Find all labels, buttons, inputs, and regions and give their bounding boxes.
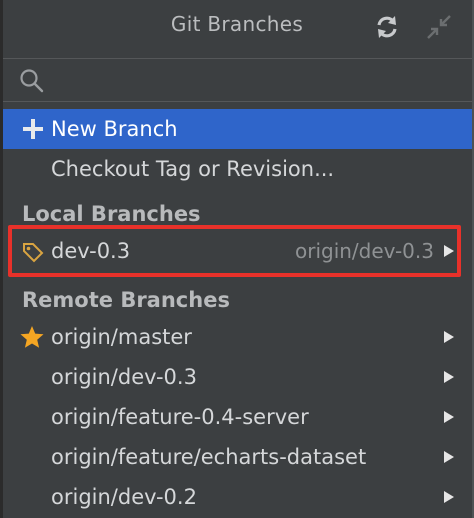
submenu-arrow-icon[interactable]	[444, 371, 454, 383]
checkout-tag-item[interactable]: Checkout Tag or Revision...	[3, 149, 472, 189]
popup-title: Git Branches	[170, 12, 304, 36]
branch-name: origin/master	[51, 325, 192, 349]
remote-branch-origin-dev-0-3[interactable]: origin/dev-0.3	[3, 357, 472, 397]
submenu-arrow-icon[interactable]	[444, 331, 454, 343]
collapse-icon	[427, 15, 451, 39]
submenu-arrow-icon[interactable]	[444, 245, 454, 257]
new-branch-label: New Branch	[51, 117, 178, 141]
branch-name: origin/dev-0.3	[51, 365, 197, 389]
refresh-button[interactable]	[372, 12, 402, 42]
remote-branch-origin-master[interactable]: origin/master	[3, 317, 472, 357]
search-icon	[20, 69, 44, 93]
new-branch-item[interactable]: New Branch	[3, 109, 472, 149]
branch-name: origin/feature/echarts-dataset	[51, 445, 367, 469]
checkout-tag-label: Checkout Tag or Revision...	[51, 157, 335, 181]
search-input[interactable]	[51, 65, 455, 97]
plus-icon	[23, 119, 43, 139]
tag-icon	[23, 243, 44, 263]
branch-name: origin/feature-0.4-server	[51, 405, 309, 429]
tracking-branch: origin/dev-0.3	[294, 239, 434, 263]
local-branches-header: Local Branches	[22, 202, 201, 226]
branch-name: dev-0.3	[51, 239, 131, 263]
remote-branches-header: Remote Branches	[22, 288, 230, 312]
branch-name: origin/dev-0.2	[51, 485, 197, 509]
collapse-button[interactable]	[424, 12, 454, 42]
remote-branch-origin-feature-echarts-dataset[interactable]: origin/feature/echarts-dataset	[3, 437, 472, 477]
popup-header: Git Branches	[0, 0, 474, 52]
local-branch-dev-0-3[interactable]: dev-0.3 origin/dev-0.3	[3, 231, 472, 271]
refresh-icon	[377, 16, 397, 38]
remote-branch-origin-dev-0-2[interactable]: origin/dev-0.2	[3, 477, 472, 517]
remote-branch-origin-feature-0-4-server[interactable]: origin/feature-0.4-server	[3, 397, 472, 437]
submenu-arrow-icon[interactable]	[444, 451, 454, 463]
submenu-arrow-icon[interactable]	[444, 411, 454, 423]
search-bar	[3, 58, 472, 102]
star-icon	[20, 326, 44, 348]
submenu-arrow-icon[interactable]	[444, 491, 454, 503]
